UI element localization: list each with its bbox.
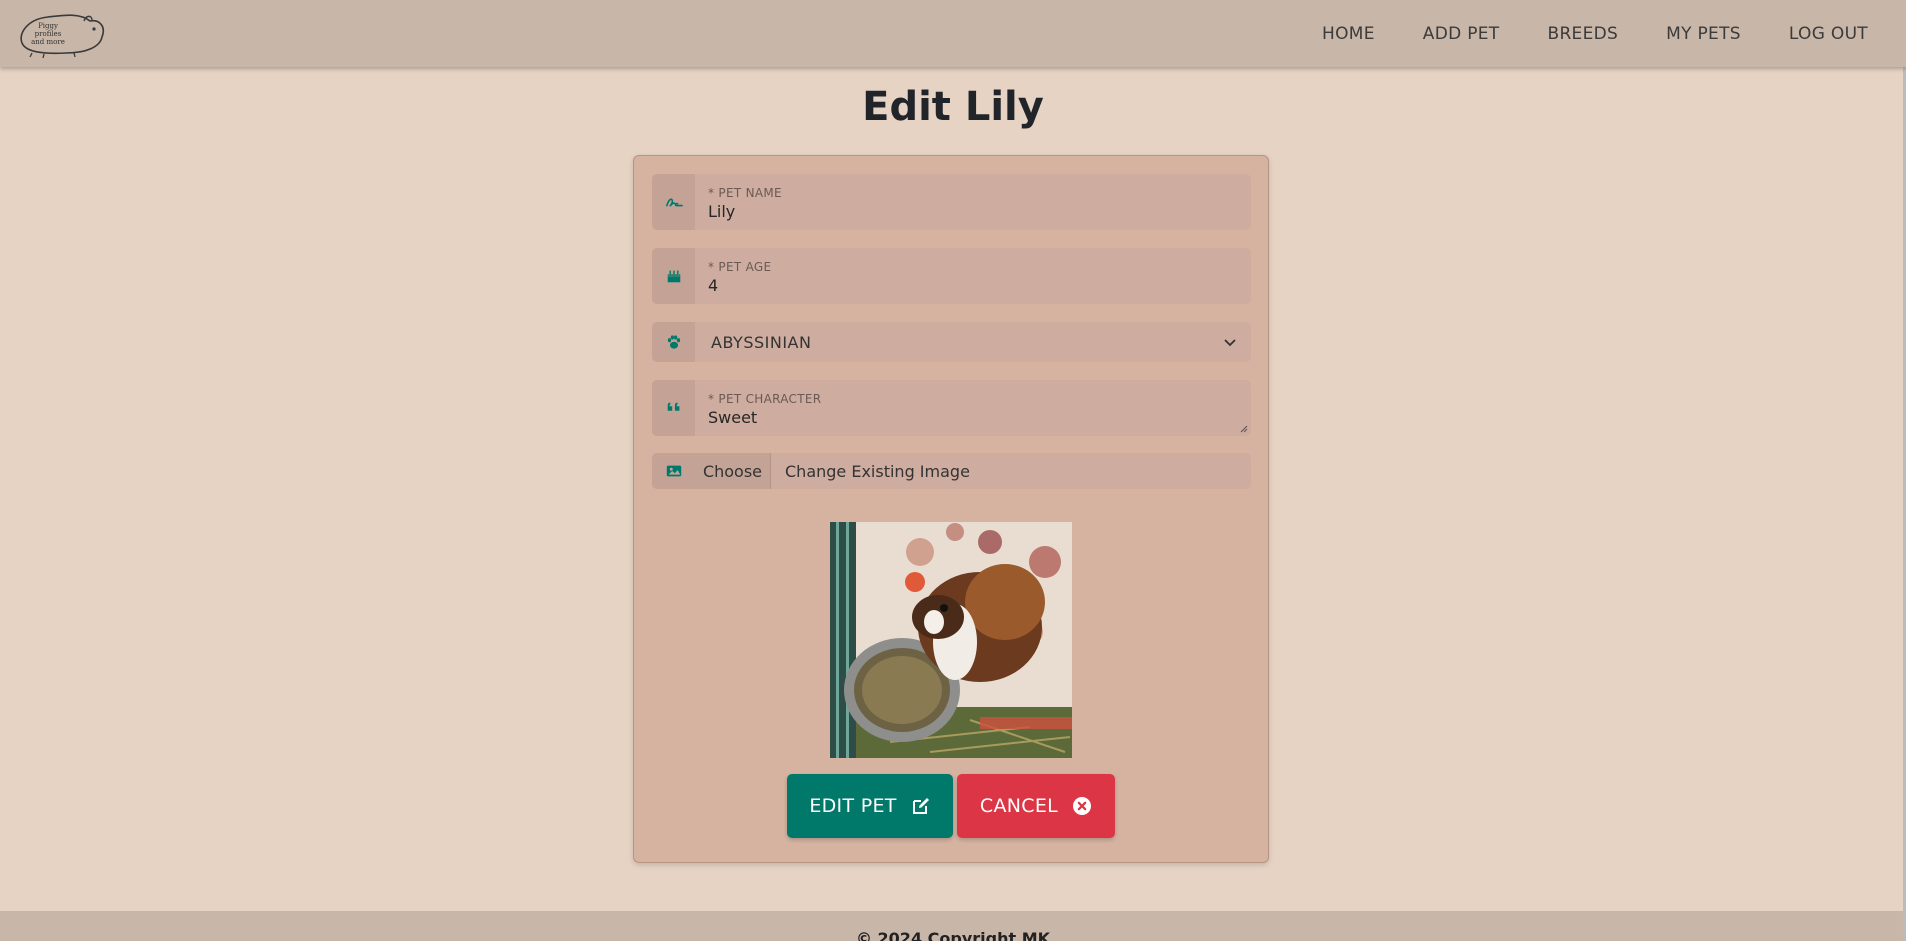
nav-home[interactable]: HOME — [1322, 24, 1375, 44]
image-file-field: Choose Change Existing Image — [652, 453, 1251, 489]
quote-icon — [652, 380, 695, 436]
pet-character-textarea[interactable] — [708, 408, 1239, 428]
page-title: Edit Lily — [862, 84, 1044, 130]
paw-icon — [652, 322, 695, 362]
nav-add-pet[interactable]: ADD PET — [1423, 24, 1500, 44]
nav-links: HOME ADD PET BREEDS MY PETS LOG OUT — [1274, 24, 1868, 44]
signature-icon — [652, 174, 695, 230]
chevron-down-icon — [1224, 339, 1236, 347]
pet-name-input[interactable] — [708, 202, 1239, 222]
pet-age-input[interactable] — [708, 276, 1239, 296]
guinea-pig-photo — [830, 522, 1072, 758]
breed-select[interactable]: ABYSSINIAN — [695, 322, 1251, 362]
cancel-label: CANCEL — [979, 795, 1059, 817]
close-circle-icon — [1073, 797, 1092, 815]
birthday-cake-icon — [652, 248, 695, 304]
resize-grip-icon[interactable] — [1240, 425, 1248, 433]
breed-selected-value: ABYSSINIAN — [711, 332, 812, 352]
edit-pet-card: * PET NAME * PET AGE ABYSSINIAN * PET CH… — [633, 155, 1269, 863]
copyright-text: © 2024 Copyright MK — [855, 929, 1051, 941]
nav-breeds[interactable]: BREEDS — [1547, 24, 1618, 44]
edit-pet-label: EDIT PET — [809, 795, 897, 817]
breed-select-field[interactable]: ABYSSINIAN — [652, 322, 1251, 362]
nav-my-pets[interactable]: MY PETS — [1666, 24, 1741, 44]
pet-photo — [830, 522, 1072, 758]
pet-age-field: * PET AGE — [652, 248, 1251, 304]
file-input-text[interactable]: Change Existing Image — [771, 453, 1251, 489]
navbar: Piggy profiles and more HOME ADD PET BRE… — [0, 0, 1906, 67]
pet-age-label: * PET AGE — [708, 260, 772, 274]
pet-character-label: * PET CHARACTER — [708, 392, 822, 406]
edit-pet-button[interactable]: EDIT PET — [787, 774, 953, 838]
pet-name-label: * PET NAME — [708, 186, 782, 200]
edit-icon — [912, 798, 929, 814]
pet-name-field: * PET NAME — [652, 174, 1251, 230]
footer: © 2024 Copyright MK — [0, 911, 1906, 941]
image-icon — [652, 453, 695, 489]
cancel-button[interactable]: CANCEL — [957, 774, 1115, 838]
choose-file-button[interactable]: Choose — [695, 453, 771, 489]
logo[interactable]: Piggy profiles and more — [14, 9, 108, 59]
nav-log-out[interactable]: LOG OUT — [1789, 24, 1868, 44]
logo-text: Piggy profiles and more — [31, 21, 65, 46]
pet-character-field: * PET CHARACTER — [652, 380, 1251, 436]
